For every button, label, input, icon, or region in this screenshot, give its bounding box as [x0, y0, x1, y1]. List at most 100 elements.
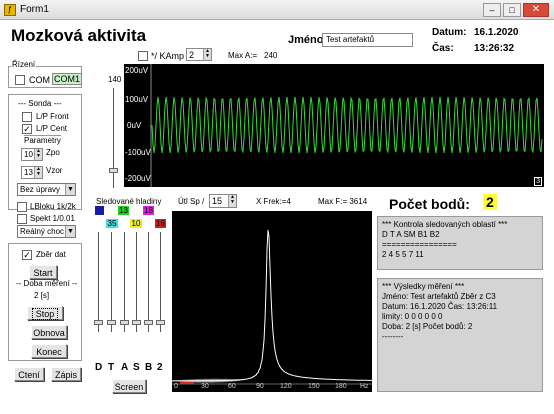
filter-select[interactable]: Bez úpravy ▼: [17, 183, 76, 196]
utl-spin-arrows[interactable]: ▲ ▼: [228, 195, 236, 207]
band-slider-s[interactable]: [132, 232, 142, 332]
band-letter: B: [145, 362, 153, 373]
eeg-signal-line: [151, 96, 543, 154]
band-slider-a[interactable]: [120, 232, 130, 332]
spectrum-x-tick: 0: [174, 383, 178, 390]
spekt-label: Spekt 1/0.01: [30, 214, 75, 223]
app-heading: Mozková aktivita: [11, 26, 147, 45]
lbloku-label: LBloku 1k/2k: [30, 202, 76, 211]
maxf-label: Max F:= 3614: [318, 197, 368, 206]
band-letter: S: [133, 362, 140, 373]
eeg-y-labels: 200uV 100uV 0uV -100uV -200uV: [124, 64, 151, 187]
com-checkbox[interactable]: [15, 75, 25, 85]
stop-button[interactable]: Stop: [27, 306, 63, 320]
window-title: Form1: [20, 4, 49, 15]
zpo-spinner[interactable]: 10 ▲ ▼: [21, 148, 43, 161]
chevron-down-icon[interactable]: ▼: [65, 226, 75, 237]
app-icon: ƒ: [4, 4, 16, 16]
kamp-spin-arrows[interactable]: ▲ ▼: [203, 49, 211, 60]
kontrola-divider: ================: [382, 240, 457, 249]
level-swatch-cyan: 35: [106, 219, 118, 228]
obnova-button[interactable]: Obnova: [31, 325, 67, 339]
konec-button[interactable]: Konec: [31, 344, 67, 358]
spectrum-line: [172, 229, 372, 384]
kamp-spinner[interactable]: 2 ▲ ▼: [186, 48, 212, 61]
kontrola-header: D T A SM B1 B2: [382, 230, 440, 239]
kamp-label: */ KAmp: [151, 51, 185, 61]
eeg-y-label: 100uV: [125, 95, 149, 104]
com-port-value[interactable]: COM1: [52, 73, 83, 85]
com-label: COM: [29, 75, 50, 85]
vzor-spin-arrows[interactable]: ▲ ▼: [34, 167, 42, 178]
spectrum-plot: 0 30 60 90 120 150 180 Hz: [172, 211, 372, 392]
max-a-label: Max A:=: [228, 51, 258, 60]
kamp-value: 2: [189, 50, 195, 60]
lp-front-checkbox[interactable]: [22, 112, 32, 122]
zber-checkbox[interactable]: ✓: [22, 250, 32, 260]
level-swatch-magenta: 18: [143, 206, 154, 215]
frek-label: X Frek:=4: [256, 197, 291, 206]
screen-button[interactable]: Screen: [112, 379, 146, 393]
band-letter: T: [108, 362, 115, 373]
eeg-y-label: 0uV: [127, 121, 142, 130]
vzor-spinner[interactable]: 13 ▲ ▼: [21, 166, 43, 179]
level-swatch-red: 16: [155, 219, 166, 228]
zpo-spin-arrows[interactable]: ▲ ▼: [34, 149, 42, 160]
kamp-checkbox[interactable]: [138, 51, 148, 61]
doba-label: -- Doba měření --: [16, 279, 78, 288]
lbloku-checkbox[interactable]: [17, 202, 27, 212]
vzor-label: Vzor: [46, 166, 63, 175]
maximize-button[interactable]: □: [503, 3, 521, 17]
lp-cent-checkbox[interactable]: ✓: [22, 124, 32, 134]
vysledky-title: *** Výsledky měření ***: [382, 282, 465, 291]
vysledky-line: limity: 0 0 0 0 0 0: [382, 312, 443, 321]
utl-label: Útl Sp /: [178, 197, 205, 206]
spectrum-svg: [172, 229, 372, 385]
title-bar[interactable]: ƒ Form1 – □ ✕: [0, 0, 554, 20]
cteni-button[interactable]: Ctení: [14, 367, 44, 381]
date-label: Datum:: [432, 27, 467, 38]
spectrum-x-tick: 30: [201, 383, 209, 390]
band-slider-d[interactable]: [94, 232, 104, 332]
band-slider-2[interactable]: [156, 232, 166, 332]
close-button[interactable]: ✕: [523, 3, 549, 17]
spectrum-x-tick: Hz: [360, 383, 369, 390]
kontrola-title: *** Kontrola sledovaných oblastí ***: [382, 220, 508, 229]
eeg-scale-slider[interactable]: [108, 88, 120, 188]
band-slider-b[interactable]: [144, 232, 154, 332]
band-slider-t[interactable]: [107, 232, 117, 332]
sledovane-label: Sledované hladiny: [96, 197, 162, 206]
eeg-corner-label: 3: [534, 177, 542, 186]
name-field-value: Test artefaktů: [326, 35, 375, 44]
utl-spinner[interactable]: 15 ▲ ▼: [209, 194, 237, 208]
eeg-signal-svg: [150, 64, 543, 187]
zapis-button[interactable]: Zápis: [51, 367, 81, 381]
filter-select-value: Bez úpravy: [20, 185, 61, 194]
sonda-label: --- Sonda ---: [18, 99, 62, 108]
time-value: 13:26:32: [474, 43, 515, 54]
name-field[interactable]: Test artefaktů: [322, 33, 413, 47]
eeg-y-label: -100uV: [125, 148, 151, 157]
spectrum-x-ticks: 0 30 60 90 120 150 180 Hz: [172, 383, 372, 392]
zpo-value: 10: [24, 150, 33, 159]
level-swatch-green: 13: [118, 206, 129, 215]
band-letter: D: [95, 362, 103, 373]
spectrum-x-tick: 120: [280, 383, 292, 390]
mode-select[interactable]: Reálný choc ▼: [17, 225, 76, 238]
chevron-down-icon[interactable]: ▼: [65, 184, 75, 195]
band-letter: 2: [157, 362, 163, 373]
eeg-y-axis-value: 140: [108, 75, 122, 84]
minimize-button[interactable]: –: [483, 3, 501, 17]
time-label: Čas:: [432, 43, 454, 54]
kontrola-panel: *** Kontrola sledovaných oblastí *** D T…: [377, 216, 543, 270]
spectrum-x-tick: 90: [256, 383, 264, 390]
spekt-checkbox[interactable]: [17, 214, 27, 224]
start-button[interactable]: Start: [29, 265, 57, 279]
vzor-value: 13: [24, 168, 33, 177]
spectrum-x-tick: 60: [228, 383, 236, 390]
max-a-value: 240: [264, 51, 278, 60]
level-value: 16: [156, 219, 165, 228]
zpo-label: Zpo: [46, 148, 60, 157]
eeg-plot: 200uV 100uV 0uV -100uV -200uV 3: [124, 64, 544, 187]
kontrola-values: 2 4 5 5 7 11: [382, 250, 424, 259]
